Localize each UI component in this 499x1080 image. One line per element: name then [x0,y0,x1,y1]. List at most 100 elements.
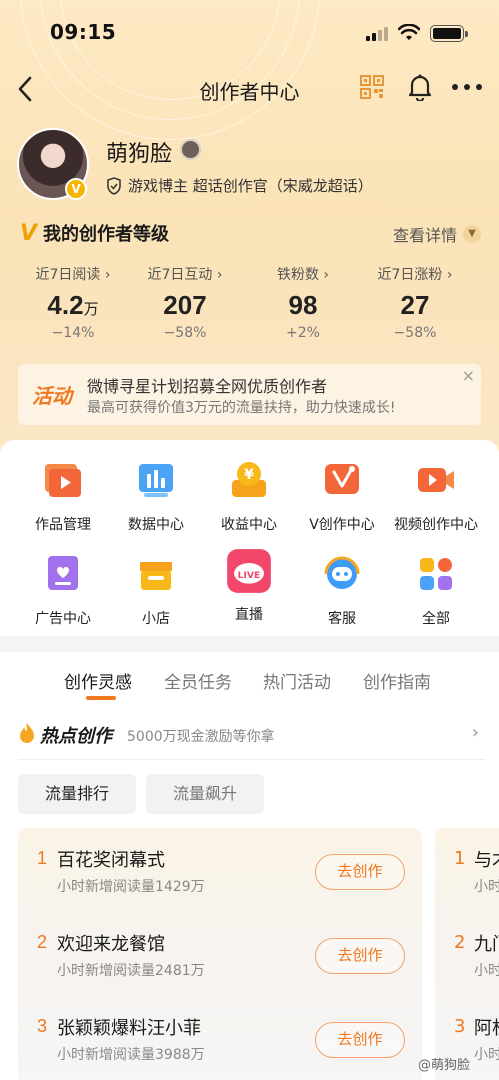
tab-inspiration[interactable]: 创作灵感 [64,668,132,693]
topic-title: 与才 [474,850,499,871]
grid-item-label: 全部 [422,611,450,627]
create-button[interactable]: 去创作 [315,938,405,974]
bar-chart-icon [139,464,173,497]
grid-item-income[interactable]: ¥ 收益中心 [199,460,299,534]
topic-reads: 小时新增阅读量1429万 [57,879,205,895]
topic-reads: 小时 [474,963,499,979]
user-level-badge-icon [180,139,201,160]
rank-number: 2 [454,932,466,953]
grid-item-works[interactable]: 作品管理 [13,460,113,534]
grid-item-live[interactable]: LIVE 直播 [199,548,299,624]
grid-item-label: 数据中心 [128,517,184,533]
creator-level-title-text: 我的创作者等级 [43,224,170,245]
topic-title: 百花奖闭幕式 [57,850,165,871]
view-details-label: 查看详情 [393,226,458,245]
svg-text:¥: ¥ [244,467,254,483]
stat-label: 铁粉数 › [276,267,330,283]
grid-item-label: 广告中心 [35,611,91,627]
play-folder-icon [45,464,81,497]
active-tab-indicator [86,696,116,700]
list-item[interactable]: 1 百花奖闭幕式 小时新增阅读量1429万 去创作 [18,828,422,912]
tab-guide[interactable]: 创作指南 [363,668,431,693]
activity-tag: 活动 [32,384,72,408]
star-spark-icon [325,464,359,494]
hot-creation-header[interactable]: 热点创作 5000万现金激励等你拿 › [18,720,485,760]
ranking-card-next[interactable]: 1 与才 小时 2 九门 小时 3 阿杜 小时 [435,828,499,1080]
stat-label: 近7日涨粉 › [377,267,453,283]
tab-all-tasks[interactable]: 全员任务 [164,668,232,693]
live-icon: LIVE [227,549,271,593]
topic-title: 九门 [474,934,499,955]
topic-title: 张颖颖爆料汪小菲 [57,1018,201,1039]
qr-code-icon[interactable] [360,75,384,99]
grid-item-service[interactable]: 客服 [292,554,392,628]
pill-traffic-rank[interactable]: 流量排行 [18,774,136,814]
topic-title: 欢迎来龙餐馆 [57,934,165,955]
stat-new-fans[interactable]: 近7日涨粉 › 27 −58% [360,264,470,341]
stat-value: 4.2 [47,290,84,320]
grid-item-label: 直播 [235,607,263,623]
stat-unit: 万 [83,301,99,318]
grid-item-label: 作品管理 [35,517,91,533]
create-button[interactable]: 去创作 [315,1022,405,1058]
wifi-icon [398,24,420,40]
headset-icon [324,556,360,589]
pill-traffic-surge[interactable]: 流量飙升 [146,774,264,814]
list-item[interactable]: 2 九门 小时 [435,912,499,996]
watermark: @萌狗脸 [418,1058,471,1073]
ranking-card: 1 百花奖闭幕式 小时新增阅读量1429万 去创作 2 欢迎来龙餐馆 小时新增阅… [18,828,422,1080]
list-item[interactable]: 1 与才 小时 [435,828,499,912]
stat-label: 近7日互动 › [147,267,223,283]
view-details-link[interactable]: 查看详情 ▼ [393,222,482,246]
chevron-down-icon: ▼ [463,225,482,243]
activity-banner[interactable]: 活动 微博寻星计划招募全网优质创作者 最高可获得价值3万元的流量扶持，助力快速成… [18,364,481,425]
grid-item-label: 小店 [142,611,170,627]
close-icon[interactable]: × [462,366,475,385]
topic-reads: 小时新增阅读量2481万 [57,963,205,979]
creator-tags[interactable]: 游戏博主 超话创作官（宋威龙超话） [106,175,373,196]
grid-item-shop[interactable]: 小店 [106,554,206,628]
battery-icon [430,25,468,42]
stat-change: −58% [163,325,207,341]
stat-iron-fans[interactable]: 铁粉数 › 98 +2% [248,264,358,341]
all-apps-icon [420,558,452,590]
tools-grid: 作品管理 数据中心 ¥ 收益中心 V创作中心 视频创作中心 广告中心 小店 LI… [0,440,499,636]
grid-item-ads[interactable]: 广告中心 [13,554,113,628]
grid-item-label: 视频创作中心 [394,517,478,533]
stat-value: 27 [400,290,430,320]
list-item[interactable]: 2 欢迎来龙餐馆 小时新增阅读量2481万 去创作 [18,912,422,996]
topic-title: 阿杜 [474,1018,499,1039]
creator-level-title: V 我的创作者等级 [20,220,169,246]
creator-tags-text: 游戏博主 超话创作官（宋威龙超话） [128,177,373,195]
stat-value: 207 [163,290,207,320]
grid-item-label: 收益中心 [221,517,277,533]
grid-item-v-creation[interactable]: V创作中心 [292,460,392,534]
stat-interactions[interactable]: 近7日互动 › 207 −58% [130,264,240,341]
grid-item-all[interactable]: 全部 [386,554,486,628]
grid-item-data[interactable]: 数据中心 [106,460,206,534]
ad-book-icon [48,556,78,590]
tab-hot-events[interactable]: 热门活动 [263,668,331,693]
stat-reads[interactable]: 近7日阅读 › 4.2万 −14% [18,264,128,341]
creation-section: 创作灵感 全员任务 热门活动 创作指南 热点创作 5000万现金激励等你拿 › … [0,652,499,1080]
rank-number: 3 [37,1016,48,1036]
create-button[interactable]: 去创作 [315,854,405,890]
yen-wallet-icon: ¥ [232,462,266,497]
banner-headline: 微博寻星计划招募全网优质创作者 [87,377,328,396]
verified-badge-icon: V [65,178,87,200]
stat-value: 98 [288,290,318,320]
topic-reads: 小时 [474,879,499,895]
avatar[interactable]: V [17,128,89,200]
rank-number: 1 [37,848,48,868]
bell-icon[interactable] [407,73,433,101]
signal-icon [366,27,390,41]
username[interactable]: 萌狗脸 [106,136,172,168]
stat-change: −14% [51,325,95,341]
status-time: 09:15 [50,20,117,44]
creator-stats: 近7日阅读 › 4.2万 −14% 近7日互动 › 207 −58% 铁粉数 ›… [20,264,479,354]
shop-icon [140,562,172,590]
svg-text:LIVE: LIVE [238,570,261,581]
grid-item-video[interactable]: 视频创作中心 [386,460,486,534]
list-item[interactable]: 3 张颖颖爆料汪小菲 小时新增阅读量3988万 去创作 [18,996,422,1080]
more-icon[interactable] [451,83,483,91]
